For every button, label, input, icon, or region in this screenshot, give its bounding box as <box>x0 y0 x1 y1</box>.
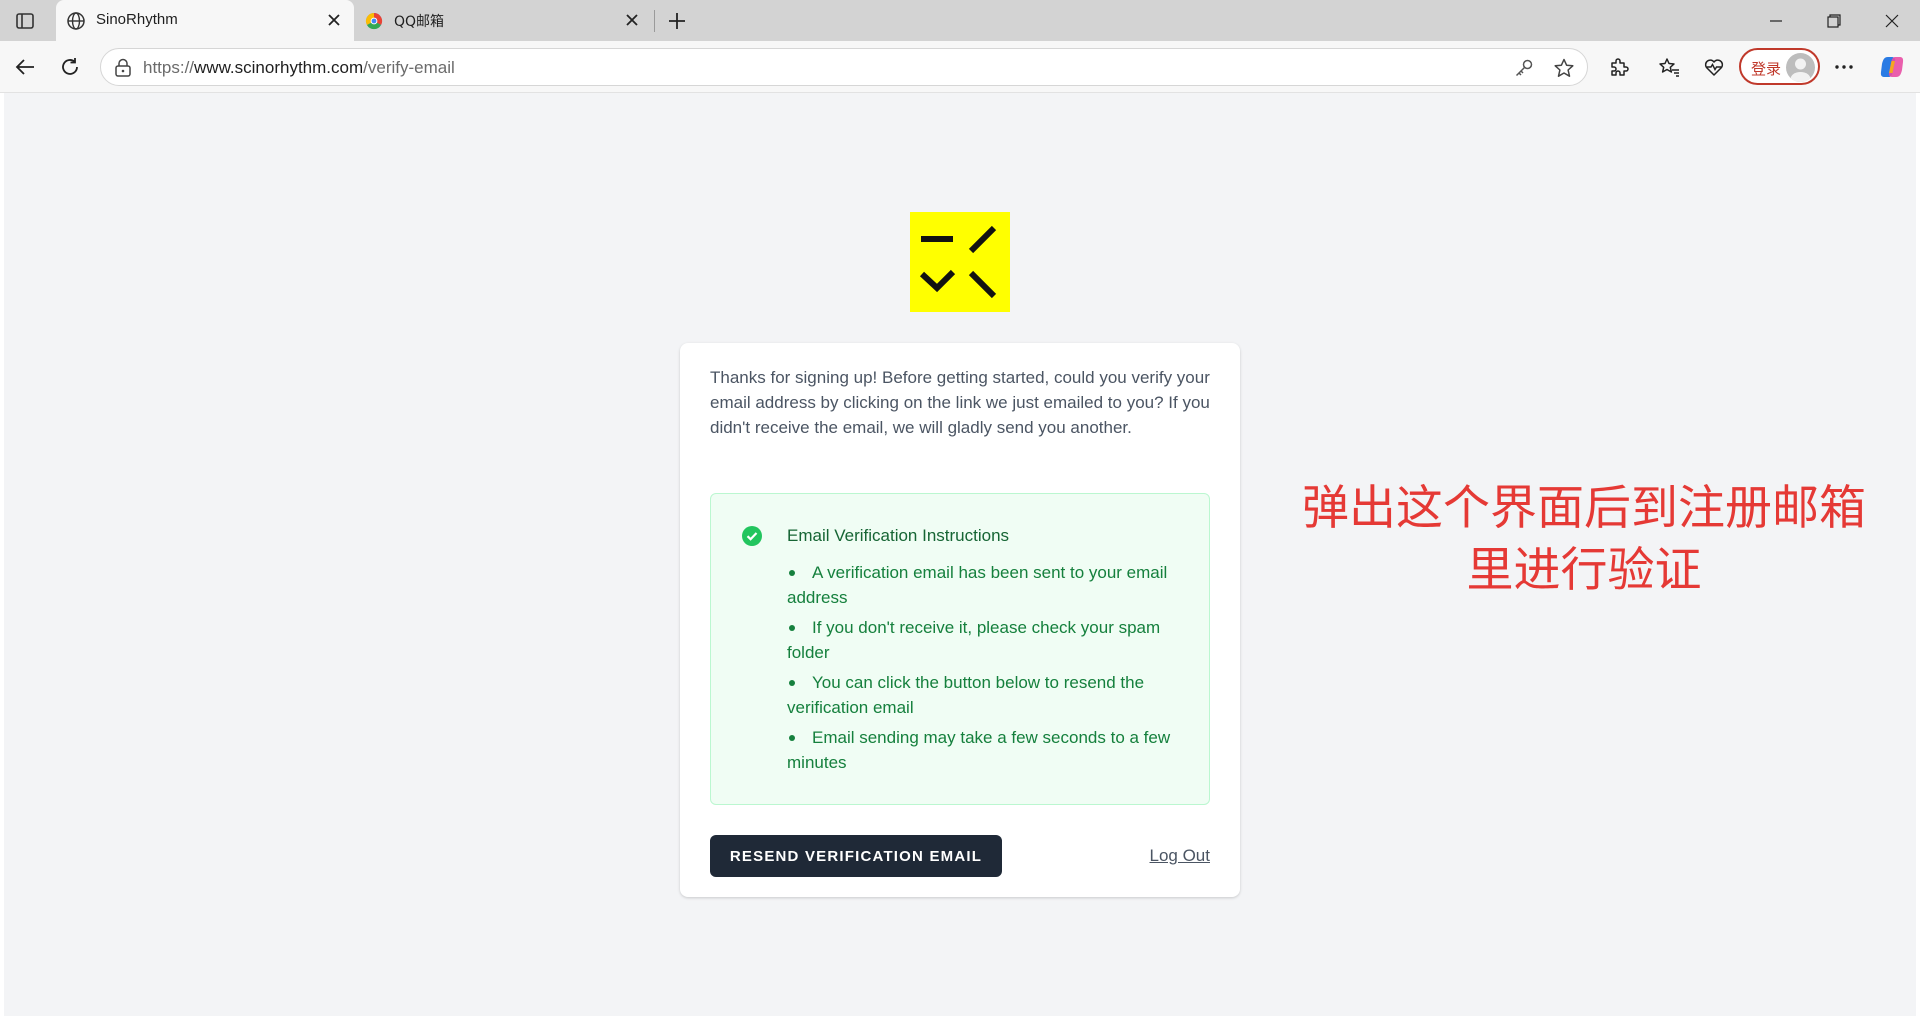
avatar <box>1786 53 1815 82</box>
address-bar[interactable]: https://www.scinorhythm.com/verify-email <box>100 48 1588 86</box>
minimize-icon[interactable] <box>1748 0 1804 41</box>
resend-verification-button[interactable]: RESEND VERIFICATION EMAIL <box>710 835 1002 877</box>
check-circle-icon <box>742 526 762 546</box>
login-label: 登录 <box>1751 60 1782 78</box>
profile-login-button[interactable]: 登录 <box>1739 48 1820 85</box>
key-icon[interactable] <box>1513 57 1535 79</box>
tab-title: QQ邮箱 <box>394 14 445 30</box>
verify-email-card: Thanks for signing up! Before getting st… <box>680 343 1240 897</box>
tab-title: SinoRhythm <box>96 11 178 28</box>
list-item: Email sending may take a few seconds to … <box>787 725 1193 775</box>
list-item: If you don't receive it, please check yo… <box>787 615 1193 665</box>
site-logo[interactable] <box>910 212 1010 312</box>
url-text: https://www.scinorhythm.com/verify-email <box>143 58 455 77</box>
browser-essentials-icon[interactable] <box>1700 53 1728 81</box>
list-item: A verification email has been sent to yo… <box>787 560 1193 610</box>
favorite-star-icon[interactable] <box>1553 57 1575 79</box>
browser-toolbar: https://www.scinorhythm.com/verify-email… <box>0 41 1920 93</box>
annotation-line: 弹出这个界面后到注册邮箱 <box>1302 481 1866 536</box>
more-options-icon[interactable] <box>1830 53 1858 81</box>
sidebar-toggle-icon[interactable] <box>12 9 38 33</box>
logout-link[interactable]: Log Out <box>1150 846 1211 866</box>
annotation-text: 弹出这个界面后到注册邮箱 里进行验证 <box>1284 478 1884 602</box>
close-tab-icon[interactable] <box>324 10 344 30</box>
instruction-list: A verification email has been sent to yo… <box>787 560 1193 780</box>
notice-title: Email Verification Instructions <box>787 526 1010 545</box>
back-icon[interactable] <box>11 53 39 81</box>
intro-text: Thanks for signing up! Before getting st… <box>710 368 1210 437</box>
close-tab-icon[interactable] <box>622 10 642 30</box>
new-tab-icon[interactable] <box>664 8 690 34</box>
close-window-icon[interactable] <box>1864 0 1920 41</box>
favorites-icon[interactable] <box>1655 53 1683 81</box>
refresh-icon[interactable] <box>56 53 84 81</box>
page-viewport: Thanks for signing up! Before getting st… <box>4 93 1916 1016</box>
tab-strip: SinoRhythm QQ邮箱 <box>0 0 1920 41</box>
site-info-icon[interactable] <box>113 58 133 78</box>
copilot-icon[interactable] <box>1878 53 1906 81</box>
annotation-line: 里进行验证 <box>1466 543 1702 598</box>
list-item: You can click the button below to resend… <box>787 670 1193 720</box>
tab-qq-mail[interactable]: QQ邮箱 <box>354 0 652 41</box>
tab-sinorhythm[interactable]: SinoRhythm <box>56 0 354 41</box>
extensions-icon[interactable] <box>1605 53 1633 81</box>
tab-separator <box>654 10 655 32</box>
globe-icon <box>67 12 85 30</box>
qq-mail-icon <box>365 12 383 30</box>
restore-icon[interactable] <box>1806 0 1862 41</box>
verification-notice: Email Verification Instructions A verifi… <box>710 493 1210 805</box>
